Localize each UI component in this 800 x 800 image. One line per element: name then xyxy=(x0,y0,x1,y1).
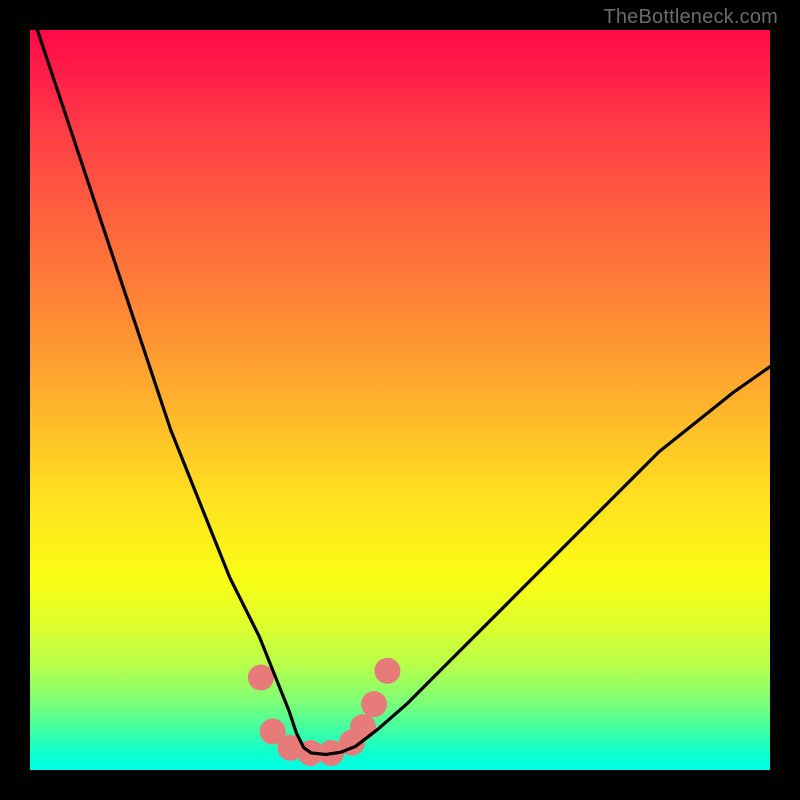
data-markers xyxy=(248,658,401,766)
plot-area xyxy=(30,30,770,770)
data-marker xyxy=(374,658,400,684)
bottleneck-curve xyxy=(37,30,770,754)
data-marker xyxy=(248,665,274,691)
data-marker xyxy=(350,714,376,740)
watermark-text: TheBottleneck.com xyxy=(603,6,778,29)
curve-layer xyxy=(30,30,770,770)
data-marker xyxy=(361,691,387,717)
